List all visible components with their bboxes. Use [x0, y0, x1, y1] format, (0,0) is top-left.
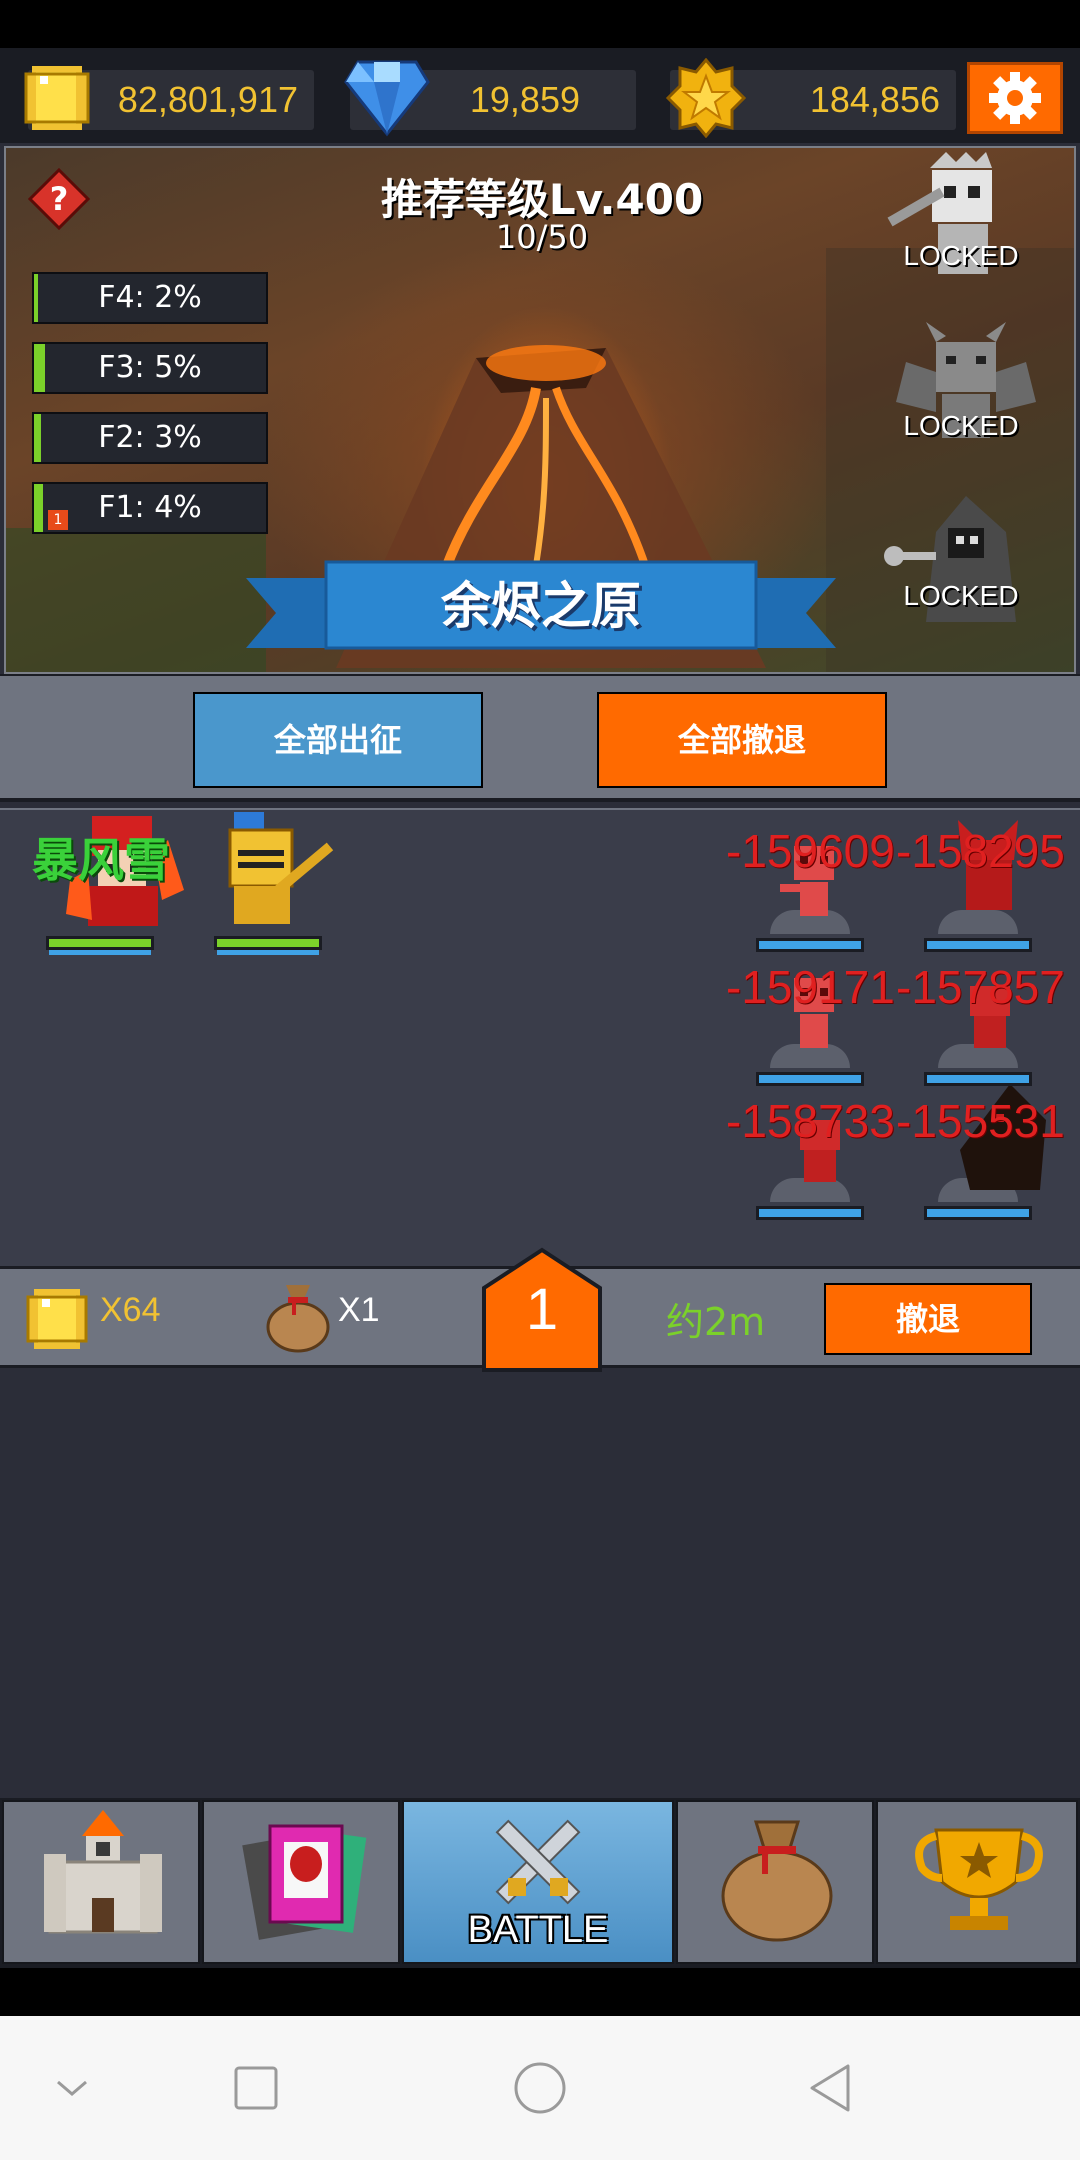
- gold-coin-icon: [26, 1289, 88, 1349]
- floor-bar-f4: F4: 2%: [32, 272, 268, 324]
- bag-reward-count: X1: [338, 1291, 380, 1329]
- retreat-button[interactable]: 撤退: [824, 1283, 1032, 1355]
- boss-slot-1[interactable]: LOCKED: [866, 152, 1056, 302]
- battle-field: 暴风雪 -159609 -158295 -159171 -157857 -158…: [0, 808, 1080, 1268]
- hero-hp-bar: [46, 936, 154, 955]
- enemy-hp-bar: [924, 1206, 1032, 1220]
- enemy-hp-bar: [756, 938, 864, 952]
- boss-slot-3[interactable]: LOCKED: [866, 492, 1056, 642]
- nav-heroes[interactable]: [202, 1800, 400, 1964]
- gargoyle-icon: [896, 322, 1036, 438]
- stage-name: 余烬之原: [441, 577, 641, 635]
- floor-label: F2: 3%: [98, 420, 202, 455]
- floor-bar-f2: F2: 3%: [32, 412, 268, 464]
- floor-bar-f1: F1: 4% 1: [32, 482, 268, 534]
- hero-cards-icon: [242, 1824, 367, 1940]
- enemy-hp-bar: [756, 1072, 864, 1086]
- hero-knight-sprite[interactable]: [204, 810, 344, 940]
- star-coin-icon: [666, 58, 746, 138]
- boss-locked-label: LOCKED: [903, 580, 1019, 611]
- skeleton-king-icon: [887, 152, 992, 274]
- chevron-down-icon[interactable]: [44, 2060, 100, 2116]
- wave-number: 1: [525, 1277, 559, 1342]
- boss-locked-label: LOCKED: [903, 240, 1019, 271]
- time-estimate: 约2m: [666, 1300, 766, 1344]
- skill-name-text: 暴风雪: [32, 833, 170, 887]
- enemy-hp-bar: [756, 1206, 864, 1220]
- floor-label: F4: 2%: [98, 280, 202, 315]
- home-circle-icon[interactable]: [512, 2060, 568, 2116]
- damage-number: -155531: [896, 1095, 1065, 1147]
- hero-hp-bar: [214, 936, 322, 955]
- settings-button[interactable]: [967, 62, 1063, 134]
- gear-icon: [989, 72, 1041, 124]
- enemy-hp-bar: [924, 1072, 1032, 1086]
- damage-number: -159171: [726, 961, 895, 1013]
- crossed-swords-icon: [495, 1819, 581, 1905]
- gold-amount: 82,801,917: [117, 79, 298, 120]
- trophy-icon: [915, 1828, 1043, 1930]
- coin-reward-count: X64: [100, 1291, 161, 1329]
- currency-bar: 82,801,917 19,859 184,856: [0, 48, 1080, 143]
- boss-slot-2[interactable]: LOCKED: [866, 322, 1056, 472]
- back-triangle-icon[interactable]: [804, 2060, 860, 2116]
- bottom-nav: BATTLE: [0, 1798, 1080, 1968]
- damage-number: -158295: [896, 825, 1065, 877]
- retreat-all-button[interactable]: 全部撤退: [597, 692, 887, 788]
- wave-indicator: 1: [480, 1246, 604, 1374]
- damage-number: -157857: [896, 961, 1065, 1013]
- nav-battle-label: BATTLE: [467, 1909, 609, 1951]
- stage-name-banner: 余烬之原: [246, 558, 836, 658]
- nav-battle[interactable]: BATTLE: [402, 1800, 674, 1964]
- floor-badge: 1: [48, 510, 68, 530]
- diamond-amount: 19,859: [469, 79, 580, 120]
- loot-bag-icon: [721, 1820, 833, 1942]
- floor-label: F3: 5%: [98, 350, 202, 385]
- reaper-icon: [884, 496, 1016, 622]
- stage-panel: ? 推荐等级Lv.400 10/50 F4: 2% F3: 5% F2: 3% …: [4, 146, 1076, 674]
- star-amount: 184,856: [809, 79, 940, 120]
- diamond-icon: [344, 60, 430, 137]
- floor-bar-f3: F3: 5%: [32, 342, 268, 394]
- action-bar: 全部出征 全部撤退: [0, 674, 1080, 802]
- castle-icon: [44, 1810, 162, 1934]
- nav-loot[interactable]: [676, 1800, 874, 1964]
- deploy-all-button[interactable]: 全部出征: [193, 692, 483, 788]
- nav-bottom-strip: [0, 1968, 1080, 2016]
- damage-number: -158733: [726, 1095, 895, 1147]
- status-bar: [0, 0, 1080, 48]
- damage-number: -159609: [726, 825, 895, 877]
- floor-label: F1: 4%: [98, 490, 202, 525]
- boss-locked-label: LOCKED: [903, 410, 1019, 441]
- system-nav-bar: [0, 2016, 1080, 2160]
- loot-bag-icon: [266, 1285, 330, 1353]
- nav-trophy[interactable]: [876, 1800, 1078, 1964]
- enemy-hp-bar: [924, 938, 1032, 952]
- gold-coin-icon: [24, 66, 90, 130]
- nav-castle[interactable]: [2, 1800, 200, 1964]
- recents-square-icon[interactable]: [228, 2060, 284, 2116]
